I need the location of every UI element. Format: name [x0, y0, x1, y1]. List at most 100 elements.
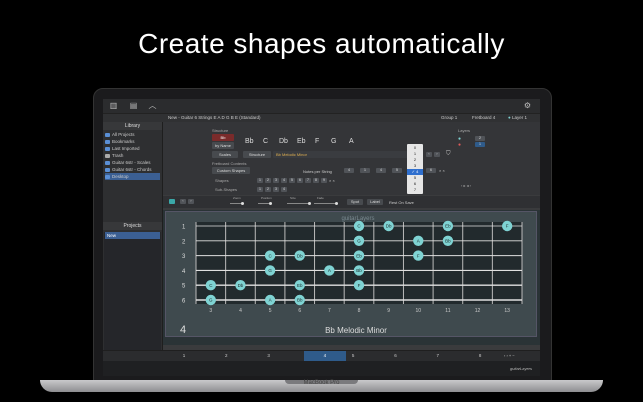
nps-chip[interactable]: 5	[392, 168, 402, 173]
dropdown-option[interactable]: 7	[407, 187, 423, 193]
page-button[interactable]: 4	[303, 351, 346, 361]
position-slider-knob[interactable]	[269, 202, 272, 205]
chevron-up-icon[interactable]: ︿	[148, 102, 157, 110]
note-dot-label: Bb	[356, 268, 362, 273]
sub-shape-chip[interactable]: 2	[265, 187, 271, 192]
note-f: F	[315, 138, 320, 145]
page-button[interactable]: 8	[473, 351, 487, 361]
shape-chip[interactable]: 4	[281, 178, 287, 183]
note-dot-label: Eb	[356, 253, 362, 258]
note-dot: Db	[294, 250, 305, 261]
layer-label[interactable]: ● Layer 1	[508, 114, 527, 122]
label-button[interactable]: Label	[367, 199, 383, 205]
size-slider-knob[interactable]	[308, 202, 311, 205]
sidebar-item-last-imported[interactable]: Last Imported	[105, 145, 160, 152]
structure-value[interactable]: Bb Melodic Minor	[273, 151, 410, 158]
note-dot: Db	[235, 280, 246, 291]
shape-chip[interactable]: 7	[305, 178, 311, 183]
nps-chip[interactable]: 6	[426, 168, 436, 173]
app-window: ▥ ▤ ︿ ⚙ New - Guitar 6 Strings E A D G B…	[103, 99, 540, 376]
sidebar-item-chords[interactable]: Guitar 6str - Chords	[105, 166, 160, 173]
sidebar-item-all-projects[interactable]: All Projects	[105, 131, 160, 138]
note-dot: Bb	[294, 294, 305, 306]
prev-structure-button[interactable]: ‹	[426, 152, 432, 157]
document-icon[interactable]: ▤	[129, 102, 138, 110]
page-button[interactable]: 6	[389, 351, 403, 361]
note-dot: Eb	[294, 280, 305, 291]
shape-chip[interactable]: 9	[321, 178, 327, 183]
nps-close-icon[interactable]: × ×	[439, 168, 445, 173]
zoom-slider-knob[interactable]	[241, 202, 244, 205]
scales-button[interactable]: Scales	[212, 151, 238, 158]
structure-button[interactable]: Structure	[243, 151, 271, 158]
layer-eye-icon[interactable]: ●	[458, 142, 461, 148]
project-item-new[interactable]: New	[105, 232, 160, 239]
sub-shape-chip[interactable]: 3	[273, 187, 279, 192]
import-icon	[105, 146, 110, 151]
shape-chip[interactable]: 8	[313, 178, 319, 183]
nps-chip[interactable]: 4	[376, 168, 386, 173]
next-button[interactable]: ›	[188, 199, 194, 204]
folder-icon	[105, 132, 110, 137]
string-number: 5	[182, 284, 186, 290]
fretboard-label[interactable]: Fretboard 4	[472, 114, 495, 122]
page-button[interactable]: 2	[219, 351, 233, 361]
teal-toggle[interactable]	[169, 199, 175, 204]
tuning-label[interactable]: New - Guitar 6 Strings E A D G B E (Stan…	[168, 114, 261, 122]
custom-shapes-button[interactable]: Custom Shapes	[212, 167, 250, 174]
prev-button[interactable]: ‹	[180, 199, 186, 204]
spot-button[interactable]: Spot	[347, 199, 363, 205]
note-dot: F	[501, 220, 513, 232]
page-button[interactable]: 5	[346, 351, 360, 361]
shape-chip[interactable]: 6	[297, 178, 303, 183]
fretboard[interactable]: guitarLayers 1234563 4 5 6 7 8 9 10 11 12 13 C Db Eb…	[166, 212, 536, 336]
sidebar-item-desktop[interactable]: Desktop	[105, 173, 160, 180]
fret-number: 6	[298, 308, 301, 314]
shape-chip[interactable]: 5	[289, 178, 295, 183]
fret-number: 5	[269, 308, 272, 314]
pagination-bar: ‹ › + − 1 2 3 45 6 7 8	[103, 350, 540, 361]
fade-slider-knob[interactable]	[335, 202, 338, 205]
folder-icon	[105, 167, 110, 172]
layer-chip-active[interactable]: 1	[475, 142, 485, 147]
next-structure-button[interactable]: ›	[434, 152, 440, 157]
layer-chip[interactable]: 2	[475, 136, 485, 141]
sidebar-item-trash[interactable]: Trash	[105, 152, 160, 159]
fret-number: 9	[387, 308, 390, 314]
sidebar-item-scales[interactable]: Guitar 6str - Scales	[105, 159, 160, 166]
shield-icon[interactable]: ⛉	[446, 151, 451, 158]
shape-chip[interactable]: 1	[257, 178, 263, 183]
note-dot-label: Db	[297, 253, 303, 258]
root-note-select[interactable]: Bb	[212, 134, 234, 141]
note-dot: F	[353, 280, 365, 291]
page-button[interactable]: 1	[177, 351, 191, 361]
note-dot-label: F	[417, 253, 420, 258]
note-dot: Bb	[353, 265, 365, 276]
library-icon[interactable]: ▥	[109, 102, 118, 110]
fretboard-frame: guitarLayers 1 2 3 4 5 6 3 4 5 6 7 8 9 10 11 12 13 C Db Eb…	[165, 211, 537, 337]
rest-on-save-toggle[interactable]: Rest On Save	[389, 200, 414, 205]
sub-shape-chip[interactable]: 1	[257, 187, 263, 192]
sub-shape-chip[interactable]: 4	[281, 187, 287, 192]
position-label: Position	[261, 196, 272, 200]
nps-dropdown-menu[interactable]: 0 1 2 3 ✓ 4 5 6 7	[407, 144, 423, 194]
fret-number: 12	[475, 308, 481, 314]
fret-number: 11	[445, 308, 450, 314]
nps-chip[interactable]: 4	[344, 168, 354, 173]
zoom-label: Zoom	[233, 196, 241, 200]
shape-chip[interactable]: 2	[265, 178, 271, 183]
page-button[interactable]: 3	[262, 351, 276, 361]
trash-icon	[105, 153, 110, 158]
shape-chip[interactable]: 3	[273, 178, 279, 183]
note-bb: Bb	[245, 138, 254, 145]
page-button[interactable]: 7	[431, 351, 445, 361]
group-label[interactable]: Group 1	[441, 114, 457, 122]
nps-chip[interactable]: 1	[360, 168, 370, 173]
page-nav-icons[interactable]: ‹ › + −	[504, 353, 515, 358]
shapes-close-icon[interactable]: × ×	[329, 178, 335, 183]
by-name-select[interactable]: by Name	[212, 142, 234, 149]
sidebar-item-bookmarks[interactable]: Bookmarks	[105, 138, 160, 145]
layer-controls[interactable]: ‹ ▸ ◂ ›	[461, 183, 471, 188]
note-dot-label: F	[358, 283, 361, 288]
gear-icon[interactable]: ⚙	[523, 102, 532, 110]
